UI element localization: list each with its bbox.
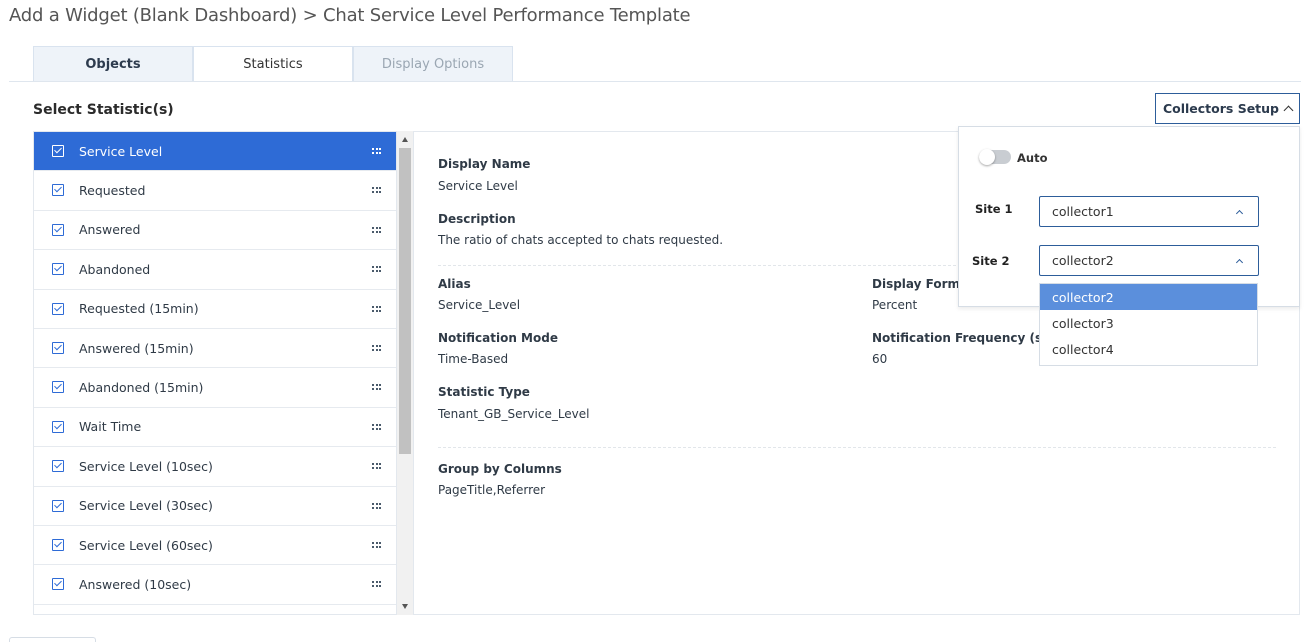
checkbox-checked-icon[interactable]: [52, 223, 64, 236]
statistic-list-item[interactable]: Wait Time: [34, 408, 397, 448]
statistic-list-item[interactable]: Answered: [34, 211, 397, 251]
chevron-up-icon: [1235, 209, 1244, 218]
collectors-setup-label: Collectors Setup: [1162, 101, 1280, 116]
site2-dropdown-menu: collector2 collector3 collector4: [1039, 283, 1258, 366]
statistic-label: Answered (10sec): [79, 576, 192, 592]
alias-label: Alias: [438, 277, 471, 291]
site2-select-value: collector2: [1052, 253, 1114, 268]
statistic-list-item[interactable]: Service Level: [34, 132, 397, 172]
statistic-label: Abandoned: [79, 261, 151, 277]
collectors-setup-button[interactable]: Collectors Setup: [1155, 93, 1300, 124]
statistic-label: Service Level: [79, 143, 163, 159]
statistic-list-item[interactable]: Requested: [34, 171, 397, 211]
auto-toggle[interactable]: [979, 149, 1011, 165]
description-label: Description: [438, 212, 516, 226]
statistic-label: Service Level (10sec): [79, 458, 213, 474]
select-statistics-title: Select Statistic(s): [33, 102, 174, 118]
scroll-down-arrow-icon[interactable]: [402, 604, 408, 609]
site1-select-value: collector1: [1052, 204, 1114, 219]
dropdown-option-collector4[interactable]: collector4: [1040, 336, 1257, 362]
drag-handle-icon[interactable]: [372, 266, 381, 273]
chevron-up-icon: [1283, 105, 1294, 116]
dropdown-option-collector3[interactable]: collector3: [1040, 310, 1257, 336]
checkbox-checked-icon[interactable]: [52, 145, 64, 157]
statistic-type-value: Tenant_GB_Service_Level: [438, 407, 590, 421]
statistic-label: Abandoned (15min): [79, 380, 204, 396]
description-value: The ratio of chats accepted to chats req…: [438, 233, 724, 247]
statistic-label: Requested (15min): [79, 301, 199, 317]
notification-mode-value: Time-Based: [438, 352, 509, 366]
collectors-setup-panel: Auto Site 1 collector1 Site 2 collector2: [958, 126, 1300, 307]
statistic-list-item[interactable]: Abandoned (15min): [34, 368, 397, 408]
checkbox-checked-icon[interactable]: [52, 460, 64, 473]
group-by-value: PageTitle,Referrer: [438, 483, 546, 497]
alias-value: Service_Level: [438, 298, 521, 312]
site1-select[interactable]: collector1: [1039, 196, 1259, 227]
display-name-label: Display Name: [438, 157, 531, 171]
drag-handle-icon[interactable]: [372, 541, 381, 548]
statistic-list-item[interactable]: Service Level (60sec): [34, 526, 397, 566]
tab-objects[interactable]: Objects: [33, 46, 193, 82]
statistic-list-item[interactable]: Requested (15min): [34, 290, 397, 329]
notification-mode-label: Notification Mode: [438, 331, 558, 345]
checkbox-checked-icon[interactable]: [52, 381, 64, 394]
drag-handle-icon[interactable]: [372, 344, 381, 351]
site2-label: Site 2: [972, 254, 1010, 268]
statistic-list-item[interactable]: Abandoned: [34, 250, 397, 290]
statistic-list-item[interactable]: Answered (15min): [34, 329, 397, 369]
checkbox-checked-icon[interactable]: [52, 302, 64, 315]
drag-handle-icon[interactable]: [372, 463, 381, 470]
auto-label: Auto: [1017, 151, 1048, 165]
drag-handle-icon[interactable]: [372, 502, 381, 509]
statistic-list-item[interactable]: Answered (10sec): [34, 565, 397, 605]
display-name-value: Service Level: [438, 179, 518, 193]
display-format-value: Percent: [872, 298, 918, 312]
checkbox-checked-icon[interactable]: [52, 578, 64, 591]
checkbox-checked-icon[interactable]: [52, 499, 64, 512]
statistic-label: Answered: [79, 222, 141, 238]
checkbox-checked-icon[interactable]: [52, 184, 64, 197]
drag-handle-icon[interactable]: [372, 148, 381, 154]
statistics-scrollbar[interactable]: [396, 131, 413, 615]
drag-handle-icon[interactable]: [372, 187, 381, 194]
statistics-list[interactable]: Service Level Requested Answered Abandoned R…: [33, 131, 413, 615]
statistic-list-item[interactable]: Service Level (30sec): [34, 487, 397, 526]
checkbox-checked-icon[interactable]: [52, 263, 64, 276]
checkbox-checked-icon[interactable]: [52, 420, 64, 433]
tab-divider: [9, 81, 1301, 82]
group-by-label: Group by Columns: [438, 462, 562, 476]
drag-handle-icon[interactable]: [372, 305, 381, 312]
statistic-list-item[interactable]: Service Level (10sec): [34, 447, 397, 487]
chevron-up-icon: [1235, 258, 1244, 267]
statistic-label: Wait Time: [79, 419, 142, 435]
drag-handle-icon[interactable]: [372, 384, 381, 391]
dropdown-option-collector2[interactable]: collector2: [1040, 284, 1257, 310]
drag-handle-icon[interactable]: [372, 581, 381, 588]
statistic-type-label: Statistic Type: [438, 385, 530, 399]
checkbox-checked-icon[interactable]: [52, 538, 64, 551]
site2-select[interactable]: collector2: [1039, 245, 1259, 276]
scroll-up-arrow-icon[interactable]: [402, 137, 408, 142]
scroll-thumb[interactable]: [399, 148, 411, 454]
tab-display-options[interactable]: Display Options: [353, 46, 513, 82]
statistic-label: Service Level (30sec): [79, 498, 213, 514]
page-breadcrumb: Add a Widget (Blank Dashboard) > Chat Se…: [9, 5, 691, 26]
bottom-button-edge[interactable]: [9, 637, 96, 642]
tab-bar: Objects Statistics Display Options: [33, 46, 513, 82]
details-divider: [438, 447, 1276, 448]
checkbox-checked-icon[interactable]: [52, 341, 64, 354]
statistic-label: Service Level (60sec): [79, 537, 213, 553]
tab-statistics[interactable]: Statistics: [193, 46, 353, 82]
notification-frequency-value: 60: [872, 352, 888, 366]
site1-label: Site 1: [975, 202, 1013, 216]
drag-handle-icon[interactable]: [372, 423, 381, 430]
drag-handle-icon[interactable]: [372, 226, 381, 233]
statistic-label: Answered (15min): [79, 340, 194, 356]
statistic-label: Requested: [79, 183, 146, 199]
